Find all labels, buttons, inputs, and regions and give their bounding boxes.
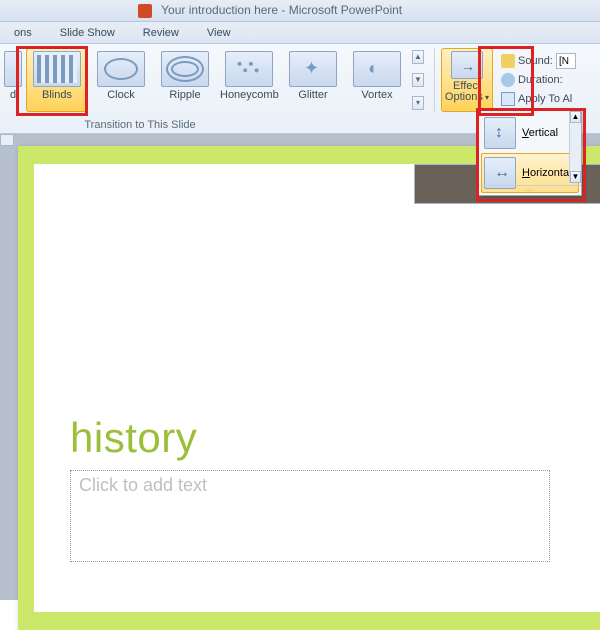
timing-group: Sound: Duration: Apply To Al (501, 48, 576, 112)
effect-options-icon (451, 51, 483, 79)
transition-gallery: d Blinds Clock Ripple Honeycomb Glitter (2, 48, 435, 112)
sound-label: Sound: (518, 55, 553, 67)
effect-option-vertical[interactable]: Vertical (481, 113, 579, 153)
effect-options-button[interactable]: Effect Options ▾ (441, 48, 493, 112)
slide-work-area: history Click to add text (0, 134, 600, 600)
splitter-grip[interactable] (0, 134, 14, 146)
transition-item-prev[interactable]: d (2, 48, 24, 112)
slide-title-placeholder[interactable]: history (70, 414, 197, 462)
powerpoint-icon (138, 4, 152, 18)
vertical-icon (484, 117, 516, 149)
tab-review[interactable]: Review (135, 24, 187, 42)
apply-to-all-button[interactable]: Apply To Al (518, 93, 572, 105)
ripple-icon (161, 51, 209, 87)
effect-options-label-2: Options (445, 91, 483, 103)
gallery-scroll-up[interactable]: ▲ (412, 50, 424, 64)
menu-scrollbar: ▲ ▼ (569, 111, 581, 183)
transition-item-vortex[interactable]: Vortex (346, 48, 408, 112)
duration-label: Duration: (518, 74, 563, 86)
slide: history Click to add text (34, 164, 600, 612)
ribbon-tabs: ons Slide Show Review View (0, 22, 600, 44)
menu-scroll-down[interactable]: ▼ (570, 171, 581, 183)
transition-item-blinds[interactable]: Blinds (26, 48, 88, 112)
vortex-icon (353, 51, 401, 87)
glitter-icon (289, 51, 337, 87)
window-title: Your introduction here - Microsoft Power… (138, 3, 402, 18)
clock-icon (97, 51, 145, 87)
transition-item-honeycomb[interactable]: Honeycomb (218, 48, 280, 112)
sound-select[interactable] (556, 53, 576, 69)
title-bar: Your introduction here - Microsoft Power… (0, 0, 600, 22)
transition-group-label: Transition to This Slide (40, 119, 240, 131)
tab-view[interactable]: View (199, 24, 239, 42)
gallery-scroll: ▲ ▼ ▾ (412, 48, 426, 112)
slide-content-placeholder[interactable]: Click to add text (70, 470, 550, 562)
honeycomb-icon (225, 51, 273, 87)
transition-item-clock[interactable]: Clock (90, 48, 152, 112)
apply-to-all-icon (501, 92, 515, 106)
gallery-scroll-more[interactable]: ▾ (412, 96, 424, 110)
transition-item-glitter[interactable]: Glitter (282, 48, 344, 112)
menu-resize-grip[interactable]: ⋯ (479, 185, 581, 195)
tab-partial[interactable]: ons (6, 24, 40, 42)
duration-icon (501, 73, 515, 87)
menu-scroll-up[interactable]: ▲ (570, 111, 581, 123)
blinds-icon (33, 51, 81, 87)
slide-canvas[interactable]: history Click to add text (18, 146, 600, 630)
tab-slide-show[interactable]: Slide Show (52, 24, 123, 42)
effect-options-menu: Vertical Horizontal ▲ ▼ ⋯ (478, 110, 582, 196)
transition-item-ripple[interactable]: Ripple (154, 48, 216, 112)
window-title-text: Your introduction here - Microsoft Power… (161, 3, 402, 17)
sound-icon (501, 54, 515, 68)
gallery-scroll-down[interactable]: ▼ (412, 73, 424, 87)
